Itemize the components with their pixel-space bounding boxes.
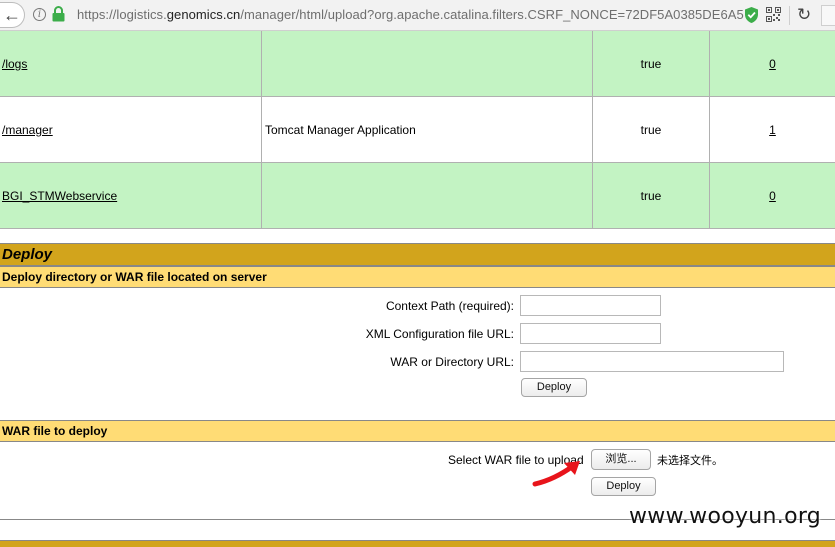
display-name-cell: Tomcat Manager Application — [261, 97, 592, 162]
table-row: BGI_STMWebservice true 0 — [0, 163, 835, 229]
path-cell: /manager — [0, 97, 261, 162]
next-section-heading — [0, 540, 835, 547]
xml-config-label: XML Configuration file URL: — [365, 327, 514, 341]
war-dir-label: WAR or Directory URL: — [390, 355, 514, 369]
sessions-cell: 0 — [709, 163, 835, 228]
context-path-label: Context Path (required): — [385, 299, 514, 313]
sessions-link[interactable]: 0 — [769, 189, 776, 203]
xml-config-input[interactable] — [520, 323, 661, 344]
toolbar-divider — [789, 6, 790, 25]
app-path-link[interactable]: /manager — [2, 123, 53, 137]
no-file-selected-text: 未选择文件。 — [657, 454, 723, 467]
sessions-cell: 0 — [709, 31, 835, 96]
reload-icon[interactable]: ↻ — [797, 4, 811, 26]
display-name-cell — [261, 31, 592, 96]
address-bar[interactable]: https://logistics.genomics.cn/manager/ht… — [77, 7, 744, 22]
deploy-heading: Deploy — [0, 243, 835, 266]
context-path-input[interactable] — [520, 295, 661, 316]
deploy-server-button[interactable]: Deploy — [521, 378, 587, 397]
back-arrow-icon: ← — [3, 5, 21, 25]
running-cell: true — [592, 97, 709, 162]
app-path-link[interactable]: BGI_STMWebservice — [2, 189, 117, 203]
shield-icon[interactable] — [744, 6, 759, 24]
url-prefix: https://logistics. — [77, 7, 167, 22]
path-cell: BGI_STMWebservice — [0, 163, 261, 228]
url-host: genomics.cn — [166, 7, 241, 22]
path-cell: /logs — [0, 31, 261, 96]
browser-toolbar: ← i https://logistics.genomics.cn/manage… — [0, 0, 835, 31]
table-row: /manager Tomcat Manager Application true… — [0, 97, 835, 163]
row-border — [0, 228, 835, 229]
war-dir-input[interactable] — [520, 351, 784, 372]
watermark-text: www.wooyun.org — [629, 504, 822, 529]
qr-code-icon[interactable] — [766, 7, 781, 22]
lock-icon — [52, 6, 65, 22]
app-path-link[interactable]: /logs — [2, 57, 27, 71]
server-deploy-heading: Deploy directory or WAR file located on … — [0, 266, 835, 288]
site-info-icon[interactable]: i — [33, 8, 46, 21]
toolbar-edge — [821, 5, 835, 26]
sessions-link[interactable]: 1 — [769, 123, 776, 137]
running-cell: true — [592, 31, 709, 96]
sessions-cell: 1 — [709, 97, 835, 162]
war-upload-heading: WAR file to deploy — [0, 420, 835, 442]
annotation-arrow-icon — [532, 461, 580, 487]
table-row: /logs true 0 — [0, 31, 835, 97]
running-cell: true — [592, 163, 709, 228]
sessions-link[interactable]: 0 — [769, 57, 776, 71]
url-path: /manager/html/upload?org.apache.catalina… — [240, 7, 744, 22]
browse-button[interactable]: 浏览... — [591, 449, 651, 470]
display-name-cell — [261, 163, 592, 228]
deploy-war-button[interactable]: Deploy — [591, 477, 656, 496]
back-button[interactable]: ← — [0, 2, 25, 28]
